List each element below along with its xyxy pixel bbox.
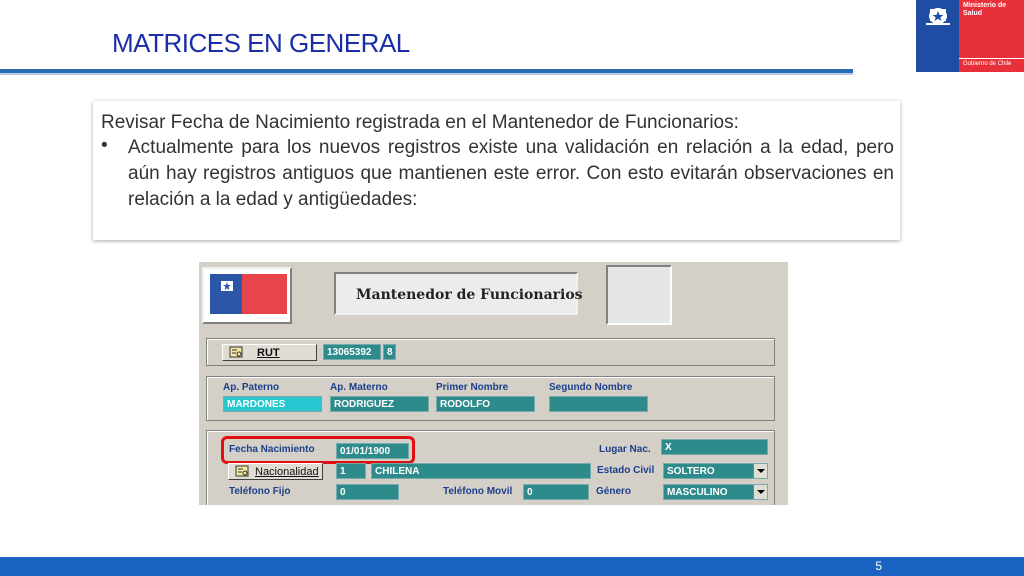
ministry-logo: Ministerio de Salud Gobierno de Chile	[916, 0, 1024, 72]
rut-check-digit-field[interactable]: 8	[383, 344, 396, 360]
materno-label: Ap. Materno	[330, 382, 388, 393]
nacionalidad-code-field[interactable]: 1	[336, 463, 366, 479]
genero-value: MASCULINO	[667, 487, 728, 498]
nombre-field[interactable]: RODOLFO	[436, 396, 535, 412]
paterno-label: Ap. Paterno	[223, 382, 280, 393]
nacionalidad-button-label: Nacionalidad	[255, 466, 319, 478]
search-card-icon	[229, 346, 243, 358]
photo-frame	[606, 265, 672, 325]
app-crest-icon	[221, 281, 233, 291]
lugar-nac-label: Lugar Nac.	[599, 444, 651, 455]
segundo-nombre-label: Segundo Nombre	[549, 382, 633, 393]
page-number: 5	[875, 559, 882, 573]
chevron-down-icon[interactable]	[753, 485, 767, 499]
segundo-nombre-field[interactable]	[549, 396, 648, 412]
nacionalidad-button[interactable]: Nacionalidad	[228, 463, 323, 480]
rut-number-field[interactable]: 13065392	[323, 344, 381, 360]
logo-government-text: Gobierno de Chile	[963, 61, 1012, 67]
app-logo	[202, 267, 292, 324]
telefono-movil-field[interactable]: 0	[523, 484, 589, 500]
logo-divider	[959, 58, 1024, 59]
logo-ministry-text: Ministerio de Salud	[963, 2, 1007, 17]
fecha-highlight-box	[221, 436, 415, 464]
slide-title: MATRICES EN GENERAL	[112, 28, 410, 58]
estado-civil-select[interactable]: SOLTERO	[663, 463, 768, 479]
app-window-title: Mantenedor de Funcionarios	[356, 287, 583, 303]
lugar-nac-field[interactable]: X	[661, 439, 768, 455]
telefono-fijo-label: Teléfono Fijo	[229, 486, 291, 497]
app-title-box: Mantenedor de Funcionarios	[334, 272, 583, 315]
app-screenshot: Mantenedor de Funcionarios RUT 13065392 …	[199, 262, 788, 505]
rut-button[interactable]: RUT	[222, 344, 317, 361]
paterno-field[interactable]: MARDONES	[223, 396, 322, 412]
nombre-label: Primer Nombre	[436, 382, 509, 393]
search-card-icon	[235, 465, 249, 477]
telefono-fijo-field[interactable]: 0	[336, 484, 399, 500]
callout-heading: Revisar Fecha de Nacimiento registrada e…	[101, 112, 739, 133]
app-logo-red	[242, 274, 287, 314]
estado-civil-label: Estado Civil	[597, 465, 655, 476]
bullet-marker: •	[101, 135, 108, 156]
coat-of-arms-icon	[926, 8, 950, 25]
slide-footer: 5	[0, 557, 1024, 576]
callout-body: Actualmente para los nuevos registros ex…	[128, 137, 894, 210]
nacionalidad-field[interactable]: CHILENA	[371, 463, 591, 479]
estado-civil-value: SOLTERO	[667, 466, 715, 477]
title-rule-shadow	[0, 73, 853, 75]
genero-label: Género	[596, 486, 632, 497]
materno-field[interactable]: RODRIGUEZ	[330, 396, 429, 412]
telefono-movil-label: Teléfono Movil	[443, 486, 513, 497]
chevron-down-icon[interactable]	[753, 464, 767, 478]
instruction-callout: Revisar Fecha de Nacimiento registrada e…	[93, 101, 900, 240]
rut-button-label: RUT	[257, 347, 280, 359]
genero-select[interactable]: MASCULINO	[663, 484, 768, 500]
